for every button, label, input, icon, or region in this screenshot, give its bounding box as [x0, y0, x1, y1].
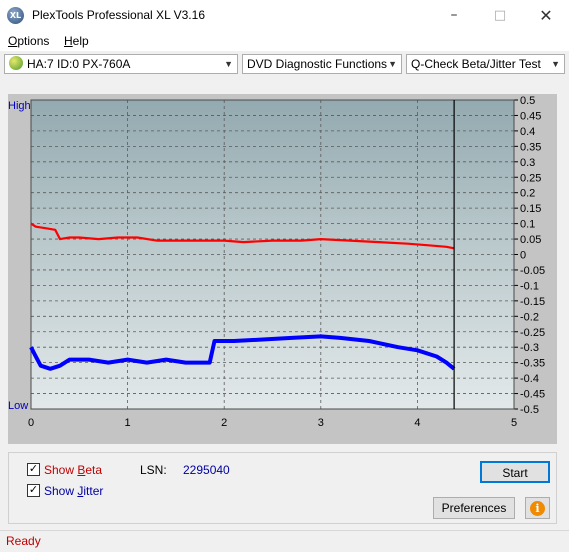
y-tick-label: -0.4 — [520, 373, 539, 385]
lsn-label: LSN: — [140, 463, 167, 477]
x-tick-label: 5 — [511, 417, 517, 429]
lsn-value: 2295040 — [183, 463, 230, 477]
beta-series-line — [30, 222, 455, 250]
y-tick-label: 0.3 — [520, 157, 535, 169]
status-bar: Ready — [0, 530, 569, 552]
y-tick-label: 0.1 — [520, 219, 535, 231]
y-tick-label: 0.2 — [520, 188, 535, 200]
y-tick-label: -0.15 — [520, 296, 545, 308]
info-icon: i — [530, 501, 545, 516]
x-tick-label: 2 — [221, 417, 227, 429]
x-tick-label: 3 — [318, 417, 324, 429]
show-beta-checkbox[interactable]: ✓ — [27, 463, 40, 476]
preferences-button[interactable]: Preferences — [433, 497, 515, 519]
y-tick-label: 0.4 — [520, 126, 535, 138]
show-beta-label[interactable]: Show Beta — [44, 463, 102, 477]
beta-jitter-chart: 0.5 0.45 0.4 0.35 0.3 0.25 0.2 0.15 0.1 0.05 0 -0.0… — [28, 95, 545, 429]
y-tick-label: -0.45 — [520, 389, 545, 401]
status-text: Ready — [6, 534, 41, 548]
y-tick-label: 0.5 — [520, 95, 535, 107]
y-tick-label: 0 — [520, 250, 526, 262]
y-tick-label: 0.15 — [520, 203, 541, 215]
x-tick-label: 1 — [125, 417, 131, 429]
info-button[interactable]: i — [525, 497, 550, 519]
x-tick-label: 4 — [414, 417, 420, 429]
show-jitter-label[interactable]: Show Jitter — [44, 484, 103, 498]
y-tick-label: 0.25 — [520, 172, 541, 184]
y-tick-label: -0.35 — [520, 358, 545, 370]
y-tick-label: 0.45 — [520, 110, 541, 122]
start-button[interactable]: Start — [480, 461, 550, 483]
y-tick-label: 0.35 — [520, 141, 541, 153]
show-jitter-checkbox[interactable]: ✓ — [27, 484, 40, 497]
y-tick-label: -0.5 — [520, 404, 539, 416]
y-tick-label: -0.1 — [520, 280, 539, 292]
x-tick-label: 0 — [28, 417, 34, 429]
y-tick-label: -0.3 — [520, 342, 539, 354]
jitter-series-line — [29, 334, 456, 371]
y-tick-label: 0.05 — [520, 234, 541, 246]
y-tick-label: -0.2 — [520, 311, 539, 323]
y-tick-label: -0.25 — [520, 327, 545, 339]
y-tick-label: -0.05 — [520, 265, 545, 277]
